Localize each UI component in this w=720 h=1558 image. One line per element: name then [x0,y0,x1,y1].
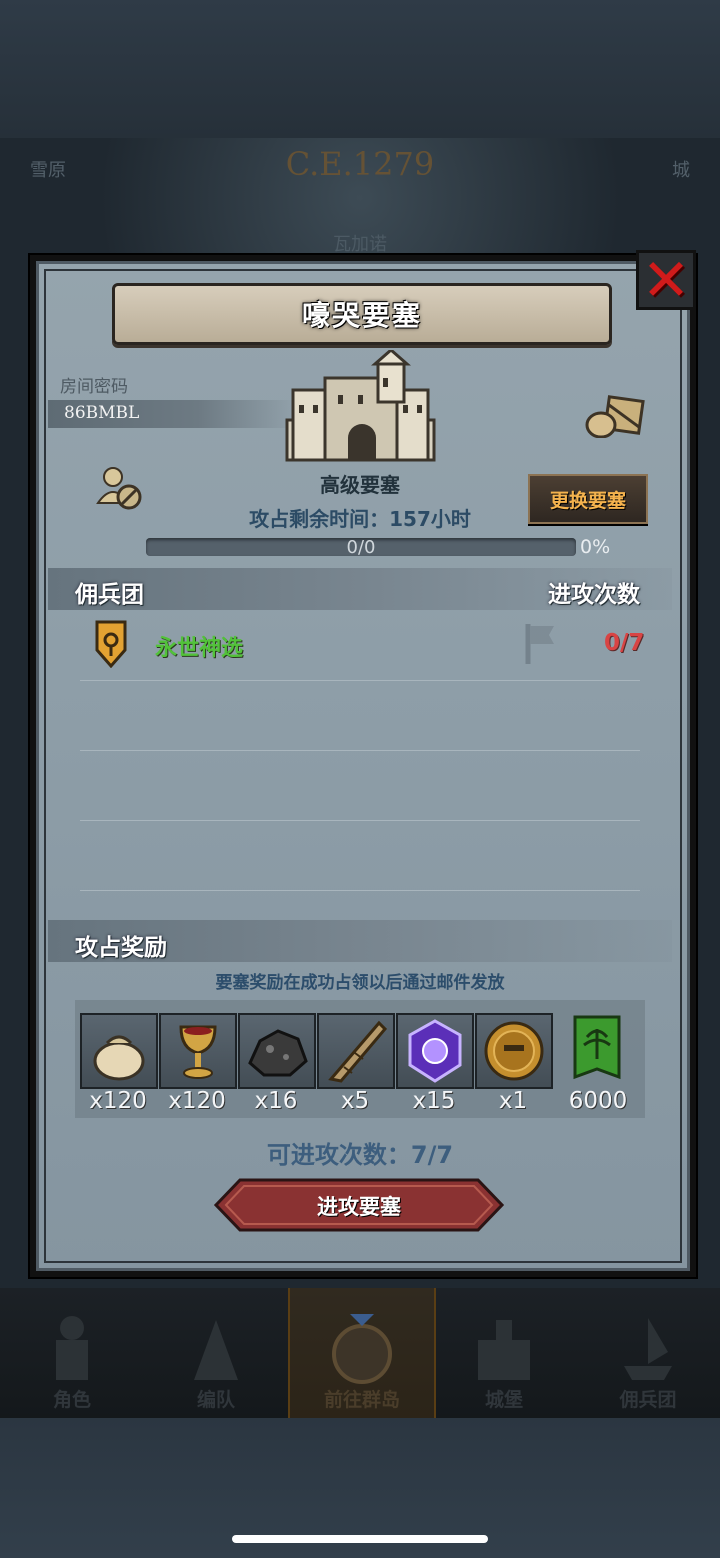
reward-note: 要塞奖励在成功占领以后通过邮件发放 [215,973,505,993]
reward-item[interactable] [475,1013,553,1089]
castle-icon [478,1320,530,1380]
row-divider [80,890,640,891]
reward-item[interactable] [80,1013,158,1089]
nav-label: 佣兵团 [619,1389,677,1411]
guild-attack-count: 0/7 [604,630,645,656]
nav-label: 编队 [196,1389,235,1411]
close-icon: ✕ [641,246,691,314]
horn-icon [328,1020,388,1083]
reward-qty: x16 [254,1088,298,1114]
reward-item[interactable] [396,1013,474,1089]
guild-shield-icon [95,620,127,668]
row-divider [80,680,640,681]
room-code-label: 房间密码 [60,377,128,397]
nav-item-mercenary[interactable]: 佣兵团 [576,1288,720,1418]
home-indicator[interactable] [232,1535,488,1543]
reward-qty: x15 [412,1088,456,1114]
close-button[interactable]: ✕ [636,250,696,310]
nav-label: 角色 [52,1389,91,1411]
nav-item-formation[interactable]: 编队 [144,1288,288,1418]
reward-item[interactable] [572,1015,622,1085]
background-tab-city: 城 [672,160,690,181]
nav-item-islands[interactable]: 前往群岛 [288,1288,436,1418]
nav-item-character[interactable]: 角色 [0,1288,144,1418]
capture-timer: 攻占剩余时间：157小时 [249,507,471,531]
title-banner: 嚎哭要塞 [112,283,612,345]
reward-item[interactable] [238,1013,316,1089]
attacks-left-text: 可进攻次数：7/7 [266,1141,454,1169]
reward-header-label: 攻占奖励 [75,935,167,961]
purple-gem-icon [408,1019,462,1083]
status-bar-area [0,0,720,138]
nav-label: 城堡 [484,1389,523,1411]
knight-icon [56,1316,88,1380]
attack-fortress-button[interactable]: 进攻要塞 [214,1178,504,1232]
guild-banner-icon [573,1015,621,1080]
nav-label: 前往群岛 [323,1389,400,1411]
guild-name[interactable]: 永世神选 [155,630,243,662]
dialog-title: 嚎哭要塞 [301,299,422,332]
room-code-value: 86BMBL [64,403,140,423]
formation-icon [194,1320,238,1380]
attack-fortress-label: 进攻要塞 [317,1195,401,1219]
nav-item-castle[interactable]: 城堡 [432,1288,576,1418]
reward-item[interactable] [159,1013,237,1089]
fortress-castle-icon [285,350,436,462]
bag-and-crate-icon[interactable] [585,393,645,438]
flag-icon [525,624,554,664]
reward-qty: x5 [340,1088,370,1114]
row-divider [80,750,640,751]
attack-count-header-label: 进攻次数 [548,582,640,608]
coin-bag-icon [93,1035,145,1081]
reward-qty: x120 [89,1088,147,1114]
row-divider [80,820,640,821]
background-location: 瓦加诺 [333,234,387,255]
ship-icon [624,1318,672,1380]
reward-qty: x1 [498,1088,528,1114]
mercenary-header-label: 佣兵团 [75,582,144,608]
helmet-medal-icon [484,1021,544,1081]
reward-item[interactable] [317,1013,395,1089]
reward-qty: x120 [168,1088,226,1114]
capture-progress-text: 0/0 [346,537,376,558]
capture-progress-percent: 0% [580,536,611,558]
compass-icon [332,1314,392,1384]
ore-icon [248,1029,308,1077]
goblet-icon [179,1025,217,1079]
background-tabs: 雪原 城 [20,150,700,188]
background-tab-snowfield: 雪原 [30,160,66,181]
reward-qty: 6000 [568,1088,628,1114]
